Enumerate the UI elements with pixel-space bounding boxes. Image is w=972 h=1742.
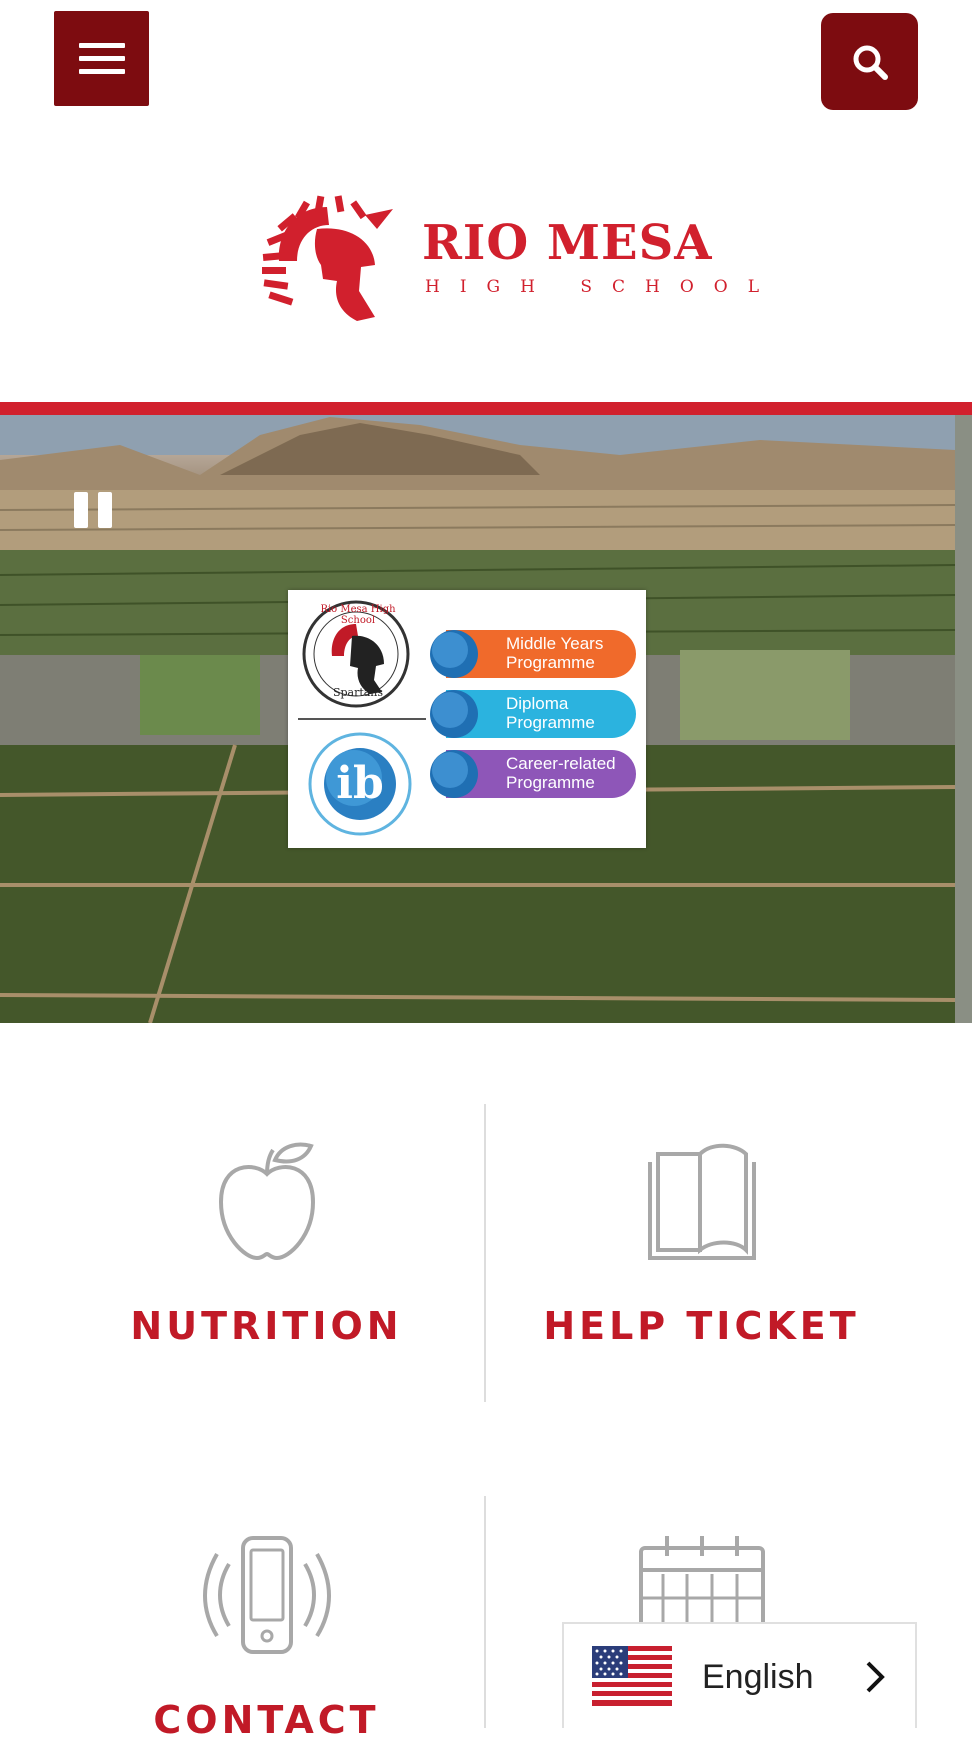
language-label: English — [702, 1658, 814, 1696]
open-book-icon — [647, 1143, 756, 1260]
next-slide-peek — [955, 415, 972, 1023]
quick-link-label: CONTACT — [153, 1698, 380, 1742]
quick-link-help-ticket[interactable]: HELP TICKET — [459, 1140, 944, 1348]
search-icon — [853, 45, 888, 80]
ib-programme-cp: Career-related Programme — [430, 750, 636, 798]
language-selector[interactable]: English — [562, 1622, 917, 1728]
school-logo[interactable]: RIO MESA HIGH SCHOOL — [257, 195, 759, 325]
header-divider — [0, 402, 972, 415]
school-name: RIO MESA — [422, 215, 713, 271]
school-subtitle: HIGH SCHOOL — [425, 277, 779, 297]
pause-slideshow-button[interactable] — [74, 492, 114, 528]
seal-text-top: Rio Mesa High School — [320, 604, 396, 626]
quick-link-contact[interactable]: CONTACT — [24, 1534, 509, 1742]
badge-divider — [298, 718, 426, 720]
apple-icon — [218, 1142, 315, 1261]
calendar-icon — [638, 1536, 765, 1624]
pause-icon — [74, 492, 88, 528]
search-button[interactable] — [821, 13, 918, 110]
ib-programme-myp: Middle Years Programme — [430, 630, 636, 678]
chevron-right-icon — [866, 1661, 885, 1693]
ib-circle-icon — [430, 690, 478, 738]
ib-logo-text: ib — [336, 758, 384, 809]
quick-link-label: HELP TICKET — [543, 1304, 860, 1348]
us-flag-icon — [592, 1646, 672, 1706]
menu-button[interactable] — [54, 11, 149, 106]
seal-text-bottom: Spartans — [332, 686, 384, 699]
spartan-helmet-icon — [262, 195, 393, 321]
quick-link-nutrition[interactable]: NUTRITION — [24, 1140, 509, 1348]
ib-programmes-badge: Rio Mesa High School Spartans ib Middle … — [288, 590, 646, 848]
ib-circle-icon — [430, 750, 478, 798]
ib-circle-icon — [430, 630, 478, 678]
vibrating-phone-icon — [202, 1536, 331, 1654]
quick-link-label: NUTRITION — [130, 1304, 403, 1348]
hamburger-menu-icon — [78, 43, 125, 48]
ib-programme-dp: Diploma Programme — [430, 690, 636, 738]
